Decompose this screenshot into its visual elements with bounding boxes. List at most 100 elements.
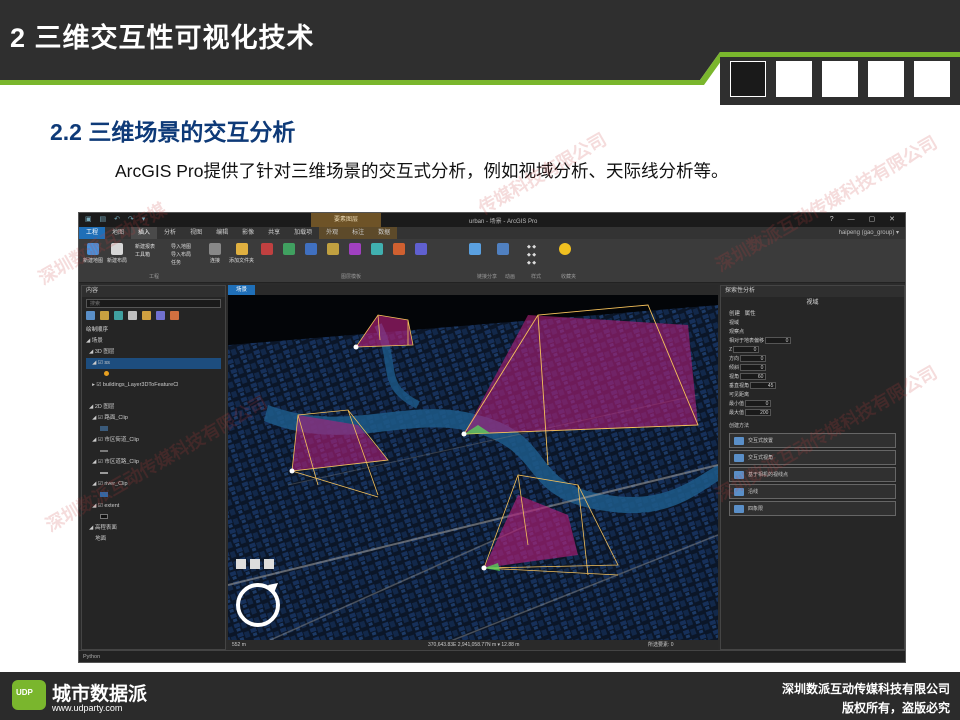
tab-map[interactable]: 地图 (105, 227, 131, 239)
list-by-snapping-icon[interactable] (142, 311, 151, 320)
field-tilt[interactable]: 倾斜 0 (721, 364, 904, 373)
field-horizontal-angle[interactable]: 视角 60 (721, 373, 904, 382)
tab-analysis[interactable]: 分析 (157, 227, 183, 239)
four-quadrant-button[interactable]: 四象限 (729, 501, 896, 516)
tab-labeling[interactable]: 标注 (345, 227, 372, 239)
tab-project[interactable]: 工程 (79, 227, 106, 239)
ribbon-layer-template-6[interactable] (371, 243, 383, 257)
tree-node-extent[interactable]: ◢ ☑ extent (86, 501, 221, 512)
ribbon-layer-template-7[interactable] (393, 243, 405, 257)
contents-toolbar (86, 311, 221, 320)
layer-swatch (100, 492, 108, 498)
tree-node-road-surface[interactable]: ◢ ☑ 路面_Clip (86, 413, 221, 424)
tab-properties[interactable]: 属性 (745, 311, 756, 317)
footer: UDP 城市数据派 www.udparty.com 深圳数派互动传媒科技有限公司… (0, 672, 960, 720)
ribbon-group-label: 收藏夹 (561, 274, 577, 280)
scene-view[interactable]: 场景 552 m 370,643.83E 2,941,058.77N m ▾ 1… (228, 285, 718, 650)
tab-insert[interactable]: 插入 (131, 227, 158, 239)
user-account[interactable]: haipeng (gao_group) ▾ (839, 227, 899, 239)
ribbon-add-folder[interactable]: 添加文件夹 (229, 243, 254, 264)
animation-icon (497, 243, 509, 255)
header-box (868, 61, 904, 97)
layer-swatch (100, 471, 108, 474)
window-title: urban - 场景 - ArcGIS Pro (469, 219, 538, 225)
ribbon-layer-template-4[interactable] (327, 243, 339, 257)
page-title: 2 三维交互性可视化技术 (10, 23, 315, 53)
interactive-view-button[interactable]: 交互式视角 (729, 450, 896, 465)
ribbon-animation[interactable] (497, 243, 509, 257)
tree-node-city-roads[interactable]: ◢ ☑ 市区道路_Clip (86, 457, 221, 468)
field-max-distance[interactable]: 最大值 200 (721, 409, 904, 418)
quick-access-toolbar[interactable]: ▣ ▤ ↶ ↷ ▾ (85, 215, 148, 223)
tree-node-symbol (86, 446, 221, 457)
copyright-notice: 版权所有，盗版必究 (841, 701, 950, 715)
tree-node-2d-layers[interactable]: ◢ 2D 图层 (86, 402, 221, 413)
list-by-perspective-icon[interactable] (170, 311, 179, 320)
field-z[interactable]: Z 0 (721, 346, 904, 355)
ribbon-connections[interactable]: 连接 (209, 243, 221, 264)
tree-node-symbol (86, 490, 221, 501)
list-by-editing-icon[interactable] (128, 311, 137, 320)
view-tab-scene[interactable]: 场景 (228, 285, 256, 295)
tree-node-3d-layers[interactable]: ◢ 3D 图层 (86, 347, 221, 358)
ribbon-layer-template-3[interactable] (305, 243, 317, 257)
analysis-tool-name: 视域 (806, 300, 819, 306)
tree-node-elevation[interactable]: ◢ 高程表面 (86, 523, 221, 534)
slide: 2 三维交互性可视化技术 2.2 三维场景的交互分析 ArcGIS Pro提供了… (0, 0, 960, 720)
tree-node-symbol (86, 468, 221, 479)
field-label: 观察点 (729, 329, 745, 335)
header-box (822, 61, 858, 97)
tab-addins[interactable]: 加载项 (287, 227, 319, 239)
ribbon-layer-template-1[interactable] (261, 243, 273, 257)
ribbon-new-map[interactable]: 新建地图 (83, 243, 103, 264)
ribbon-share[interactable] (469, 243, 481, 257)
list-by-drawing-order-icon[interactable] (86, 311, 95, 320)
ribbon-small-group[interactable]: 新建报表 工具箱 (135, 243, 155, 259)
app-titlebar: ▣ ▤ ↶ ↷ ▾ 要素图层 urban - 场景 - ArcGIS Pro ?… (79, 213, 905, 227)
map-icon (87, 243, 99, 255)
tree-node-scene[interactable]: ◢ 场景 (86, 336, 221, 347)
tree-node-city-streets[interactable]: ◢ ☑ 市区街道_Clip (86, 435, 221, 446)
camera-based-viewpoint-button[interactable]: 基于相机的视线点 (729, 467, 896, 482)
tree-node-ground[interactable]: 地面 (86, 534, 221, 545)
python-status-bar[interactable]: Python (79, 650, 905, 662)
ribbon-new-layout[interactable]: 新建布局 (107, 243, 127, 264)
ribbon-layer-template-8[interactable] (415, 243, 427, 257)
view-tab-strip (228, 285, 718, 295)
header-decoration (730, 61, 950, 97)
tree-node-symbol (86, 512, 221, 523)
folder-icon (235, 243, 248, 255)
field-heading[interactable]: 方向 0 (721, 355, 904, 364)
ribbon-layer-template-2[interactable] (283, 243, 295, 257)
field-min-distance[interactable]: 最小值 0 (721, 400, 904, 409)
udp-logo-icon: UDP (12, 680, 46, 710)
tab-edit[interactable]: 编辑 (209, 227, 235, 239)
list-by-selection-icon[interactable] (114, 311, 123, 320)
along-line-button[interactable]: 沿线 (729, 484, 896, 499)
window-controls[interactable]: ? — ▢ ✕ (830, 215, 901, 223)
analysis-pane-title: 探索性分析 (721, 286, 904, 297)
tree-node-buildings[interactable]: ▸ ☑ buildings_Layer3DToFeatureCl (86, 380, 221, 391)
tab-imagery[interactable]: 影像 (235, 227, 261, 239)
tab-share[interactable]: 共享 (261, 227, 287, 239)
scale-selector[interactable]: 552 m (232, 642, 246, 648)
ribbon-layer-template-5[interactable] (349, 243, 361, 257)
tab-create[interactable]: 创建 (729, 311, 740, 317)
list-by-source-icon[interactable] (100, 311, 109, 320)
tree-node-river[interactable]: ◢ ☑ river_Clip (86, 479, 221, 490)
section-title: 2.2 三维场景的交互分析 (50, 119, 296, 145)
view-status-bar: 552 m 370,643.83E 2,941,058.77N m ▾ 12.8… (228, 640, 718, 650)
tab-data[interactable]: 数据 (371, 227, 398, 239)
layout-icon (111, 243, 123, 255)
interactive-placement-button[interactable]: 交互式放置 (729, 433, 896, 448)
field-vertical-angle[interactable]: 垂直视角 45 (721, 382, 904, 391)
list-by-labeling-icon[interactable] (156, 311, 165, 320)
tab-view[interactable]: 视图 (183, 227, 209, 239)
tree-node-ss[interactable]: ◢ ☑ ss (86, 358, 221, 369)
ribbon-favorites[interactable] (559, 243, 571, 257)
ribbon-import-group[interactable]: 导入地图 导入布局 任务 (171, 243, 191, 267)
ribbon-style-group[interactable]: ◆ ◆ ◆ ◆ ◆ ◆ (527, 243, 536, 267)
tab-appearance[interactable]: 外观 (319, 227, 346, 239)
contents-search-input[interactable]: 搜索 (86, 299, 221, 308)
field-offset[interactable]: 相对于地表偏移 0 (721, 337, 904, 346)
